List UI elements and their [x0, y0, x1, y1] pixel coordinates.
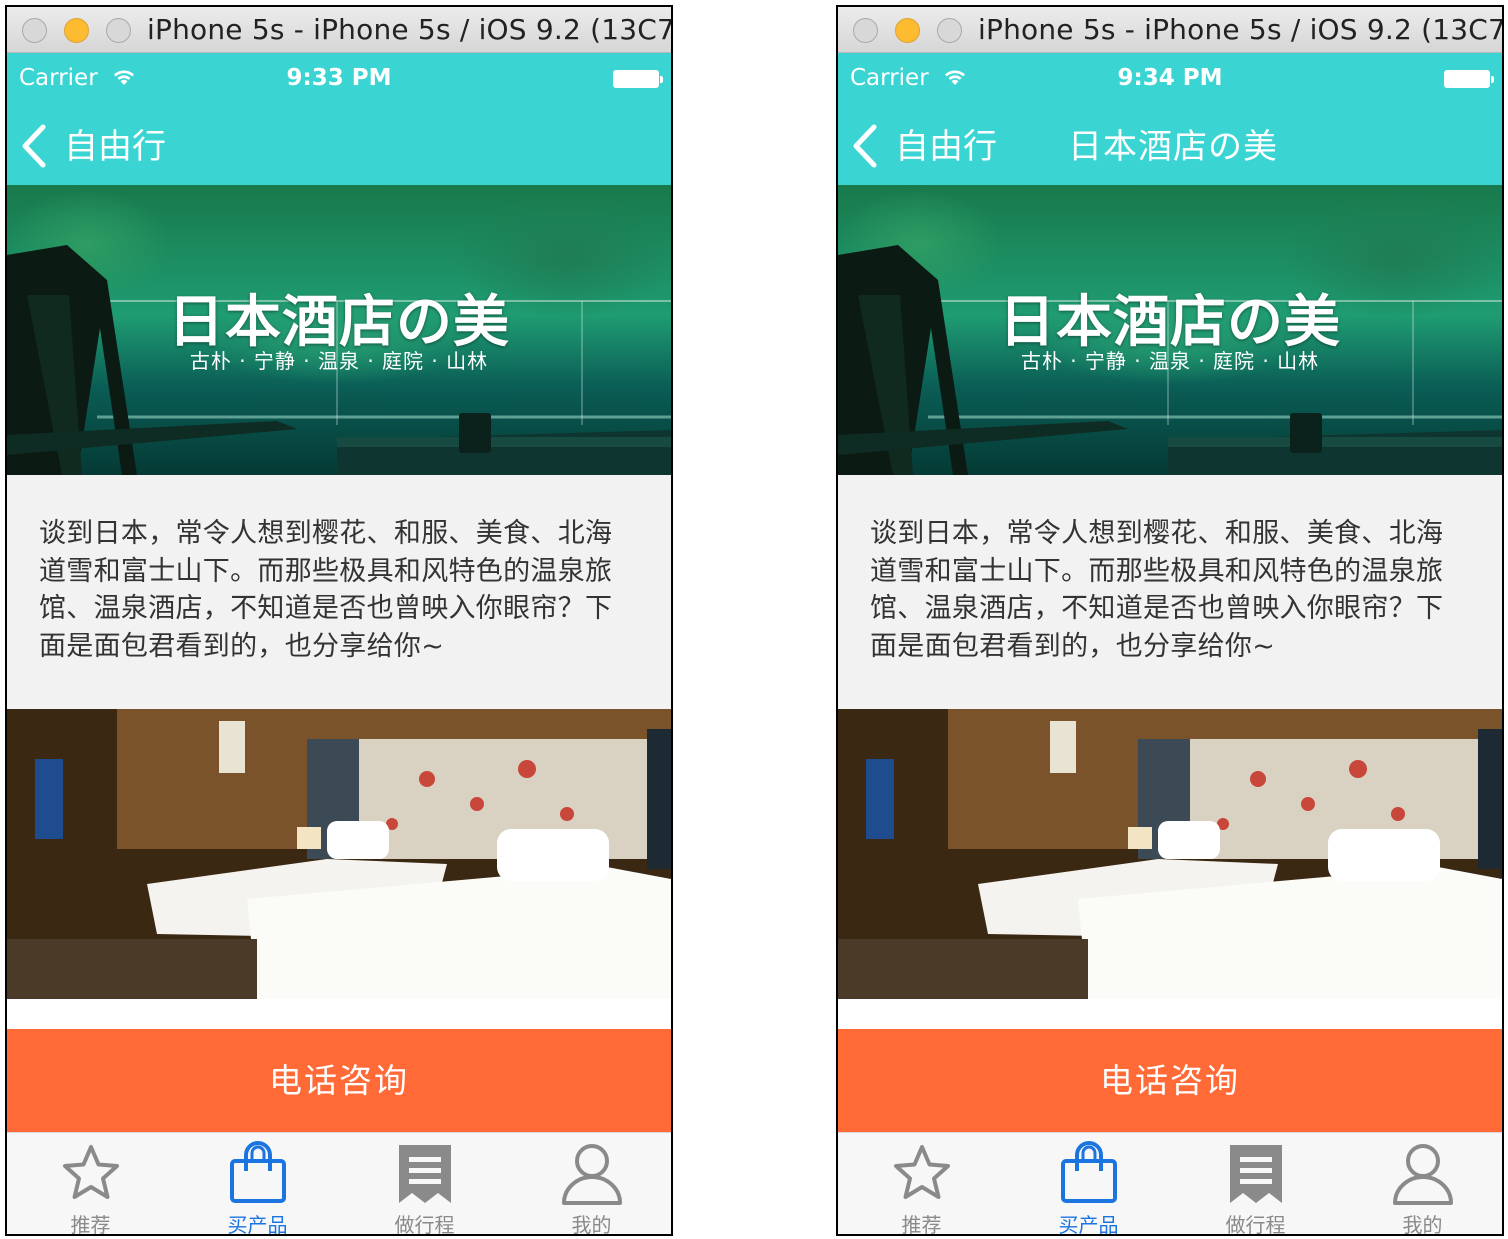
hero-banner: 日本酒店の美 古朴 · 宁静 · 温泉 · 庭院 · 山林 — [7, 185, 671, 475]
window-titlebar: iPhone 5s - iPhone 5s / iOS 9.2 (13C75) — [838, 7, 1502, 53]
close-window-button[interactable] — [853, 18, 878, 43]
itinerary-icon — [1229, 1145, 1282, 1203]
minimize-window-button[interactable] — [895, 18, 920, 43]
back-button[interactable]: 自由行 — [895, 119, 997, 168]
nav-title: 日本酒店の美 — [1068, 127, 1278, 167]
close-window-button[interactable] — [22, 18, 47, 43]
tab-make-itinerary[interactable]: 做行程 — [341, 1133, 508, 1236]
tab-label: 推荐 — [70, 1213, 111, 1236]
simulator-window: iPhone 5s - iPhone 5s / iOS 9.2 (13C75) … — [5, 5, 673, 1236]
window-title: iPhone 5s - iPhone 5s / iOS 9.2 (13C75) — [147, 13, 673, 46]
spacer — [7, 999, 671, 1029]
tab-label: 我的 — [571, 1213, 612, 1236]
hotel-room-photo — [838, 709, 1502, 999]
zoom-window-button[interactable] — [937, 18, 962, 43]
tab-buy-products[interactable]: 买产品 — [174, 1133, 341, 1236]
person-icon — [1392, 1144, 1453, 1205]
battery-icon — [613, 70, 663, 88]
hero-subtitle: 古朴 · 宁静 · 温泉 · 庭院 · 山林 — [189, 349, 489, 373]
shopping-bag-icon — [1060, 1141, 1117, 1203]
hotel-room-photo — [7, 709, 671, 999]
navigation-bar: 自由行 — [7, 105, 671, 185]
status-bar: Carrier 9:34 PM — [838, 53, 1502, 105]
zoom-window-button[interactable] — [106, 18, 131, 43]
shopping-bag-icon — [229, 1141, 286, 1203]
tab-bar: 推荐 买产品 做行程 我的 — [838, 1132, 1502, 1236]
intro-text: 谈到日本，常令人想到樱花、和服、美食、北海道雪和富士山下。而那些极具和风特色的温… — [870, 518, 1444, 662]
tab-label: 做行程 — [394, 1213, 455, 1236]
tab-label: 推荐 — [901, 1213, 942, 1236]
simulator-window: iPhone 5s - iPhone 5s / iOS 9.2 (13C75) … — [836, 5, 1504, 1236]
tab-label: 买产品 — [227, 1213, 288, 1236]
tab-label: 买产品 — [1058, 1213, 1119, 1236]
back-button[interactable]: 自由行 — [64, 119, 166, 168]
minimize-window-button[interactable] — [64, 18, 89, 43]
hero-banner: 日本酒店の美 古朴 · 宁静 · 温泉 · 庭院 · 山林 — [838, 185, 1502, 475]
status-time: 9:33 PM — [286, 65, 392, 91]
phone-consult-button[interactable]: 电话咨询 — [7, 1029, 671, 1132]
back-chevron-icon[interactable] — [19, 123, 49, 169]
hotel-room-illustration — [7, 709, 671, 999]
window-titlebar: iPhone 5s - iPhone 5s / iOS 9.2 (13C75) — [7, 7, 671, 53]
tab-mine[interactable]: 我的 — [1339, 1133, 1502, 1236]
window-title: iPhone 5s - iPhone 5s / iOS 9.2 (13C75) — [978, 13, 1504, 46]
status-bar: Carrier 9:33 PM — [7, 53, 671, 105]
tab-bar: 推荐 买产品 做行程 我的 — [7, 1132, 671, 1236]
tab-mine[interactable]: 我的 — [508, 1133, 671, 1236]
hero-subtitle: 古朴 · 宁静 · 温泉 · 庭院 · 山林 — [1020, 349, 1320, 373]
phone-consult-button[interactable]: 电话咨询 — [838, 1029, 1502, 1132]
intro-section: 谈到日本，常令人想到樱花、和服、美食、北海道雪和富士山下。而那些极具和风特色的温… — [7, 475, 671, 709]
tab-label: 我的 — [1402, 1213, 1443, 1236]
intro-text: 谈到日本，常令人想到樱花、和服、美食、北海道雪和富士山下。而那些极具和风特色的温… — [39, 518, 613, 662]
tab-recommend[interactable]: 推荐 — [838, 1133, 1005, 1236]
tab-label: 做行程 — [1225, 1213, 1286, 1236]
tab-make-itinerary[interactable]: 做行程 — [1172, 1133, 1339, 1236]
tab-recommend[interactable]: 推荐 — [7, 1133, 174, 1236]
person-icon — [561, 1144, 622, 1205]
status-time: 9:34 PM — [1117, 65, 1223, 91]
hotel-room-illustration — [838, 709, 1502, 999]
spacer — [838, 999, 1502, 1029]
star-icon — [893, 1145, 950, 1199]
navigation-bar: 自由行 日本酒店の美 — [838, 105, 1502, 185]
intro-section: 谈到日本，常令人想到樱花、和服、美食、北海道雪和富士山下。而那些极具和风特色的温… — [838, 475, 1502, 709]
back-chevron-icon[interactable] — [850, 123, 880, 169]
star-icon — [62, 1145, 119, 1199]
tab-buy-products[interactable]: 买产品 — [1005, 1133, 1172, 1236]
itinerary-icon — [398, 1145, 451, 1203]
battery-icon — [1444, 70, 1494, 88]
